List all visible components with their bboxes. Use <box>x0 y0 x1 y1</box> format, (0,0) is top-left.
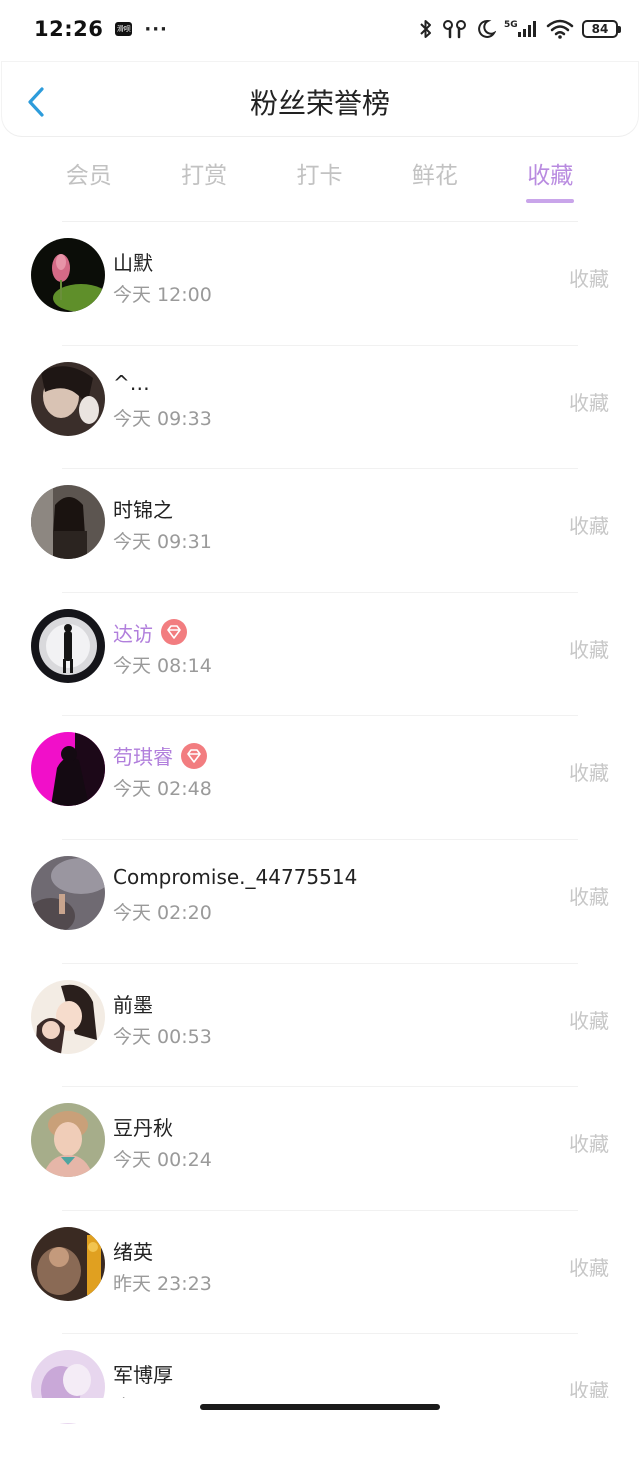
favorite-label: 收藏 <box>569 514 609 539</box>
tab-label: 会员 <box>65 163 112 189</box>
fan-time: 今天 09:33 <box>113 407 212 430</box>
list-item[interactable]: ^… 今天 09:33 收藏 <box>0 346 640 470</box>
svg-text:5G: 5G <box>504 20 518 30</box>
fan-time: 今天 00:24 <box>113 1149 212 1172</box>
favorite-label: 收藏 <box>569 390 609 415</box>
fan-name-text: 豆丹秋 <box>113 1116 173 1141</box>
tab-members[interactable]: 会员 <box>31 150 146 206</box>
favorite-label: 收藏 <box>569 1255 609 1280</box>
fan-name-text: 绪英 <box>113 1239 153 1264</box>
tab-favorites[interactable]: 收藏 <box>493 150 608 206</box>
cellular-signal-icon: 5G <box>504 20 536 37</box>
list-item[interactable]: Compromise._44775514 今天 02:20 收藏 <box>0 840 640 964</box>
fan-time: 今天 00:53 <box>113 1025 212 1048</box>
list-item[interactable]: 绪英 昨天 23:23 收藏 <box>0 1211 640 1335</box>
tab-bar: 会员 打赏 打卡 鲜花 收藏 <box>0 150 640 206</box>
favorite-label: 收藏 <box>569 884 609 909</box>
fan-name: 苟琪睿 <box>113 741 207 770</box>
home-indicator[interactable] <box>200 1404 440 1410</box>
fan-name-text: Compromise._44775514 <box>113 864 358 889</box>
avatar[interactable] <box>31 1103 105 1178</box>
fan-time: 今天 02:48 <box>113 778 212 801</box>
fan-name: 时锦之 <box>113 494 173 523</box>
tab-label: 收藏 <box>527 163 574 189</box>
tab-rewards[interactable]: 打赏 <box>146 150 261 206</box>
fan-time: 昨天 23:23 <box>113 1272 212 1295</box>
avatar[interactable] <box>31 855 105 930</box>
fan-name: 前墨 <box>113 989 153 1018</box>
list-item[interactable]: 时锦之 今天 09:31 收藏 <box>0 469 640 593</box>
diamond-vip-icon <box>161 619 187 646</box>
fan-name: 绪英 <box>113 1236 153 1265</box>
tab-flowers[interactable]: 鲜花 <box>377 150 492 206</box>
fan-name-text: 山默 <box>113 251 153 275</box>
active-tab-indicator <box>526 199 575 203</box>
list-item[interactable]: 达访 今天 08:14 收藏 <box>0 593 640 717</box>
favorite-label: 收藏 <box>569 1132 609 1157</box>
page-title: 粉丝荣誉榜 <box>249 87 390 120</box>
fan-name-text: ^… <box>113 370 150 395</box>
fan-time: 今天 12:00 <box>113 284 212 306</box>
fan-name: 豆丹秋 <box>113 1112 173 1141</box>
fan-time: 今天 08:14 <box>113 654 212 677</box>
fan-name: 达访 <box>113 618 187 647</box>
avatar[interactable] <box>31 608 105 683</box>
tab-checkin[interactable]: 打卡 <box>262 150 377 206</box>
top-nav-bar: 粉丝荣誉榜 <box>2 62 638 136</box>
tab-label: 打卡 <box>296 163 343 189</box>
favorite-label: 收藏 <box>569 637 609 662</box>
avatar[interactable] <box>31 361 105 436</box>
battery-icon: 84 <box>582 20 621 38</box>
tab-label: 打赏 <box>181 163 228 189</box>
avatar[interactable] <box>31 238 105 312</box>
more-notifications-icon: ··· <box>144 18 168 40</box>
fan-name-text: 军博厚 <box>113 1363 173 1388</box>
bottom-safe-area <box>0 1398 640 1423</box>
fan-name: Compromise._44775514 <box>113 865 357 889</box>
avatar[interactable] <box>31 979 105 1054</box>
fan-time: 今天 09:31 <box>113 531 212 554</box>
fan-list: 山默 今天 12:00 收藏 ^… 今天 09:33 收藏 时锦之 今天 09:… <box>0 222 640 1458</box>
avatar[interactable] <box>31 1226 105 1301</box>
list-item[interactable]: 苟琪睿 今天 02:48 收藏 <box>0 716 640 840</box>
fan-name: ^… <box>113 371 150 395</box>
list-item[interactable]: 山默 今天 12:00 收藏 <box>0 222 640 346</box>
favorite-label: 收藏 <box>569 1008 609 1033</box>
fan-name: 山默 <box>113 247 153 276</box>
fan-name: 军博厚 <box>113 1359 173 1388</box>
fan-name-text: 苟琪睿 <box>113 745 173 770</box>
list-item[interactable]: 军博厚 昨天 22:47 收藏 <box>0 1334 640 1458</box>
tab-label: 鲜花 <box>411 163 458 189</box>
status-bar: 12:26 滑呗 ··· 5G 84 <box>0 0 640 58</box>
list-item[interactable]: 前墨 今天 00:53 收藏 <box>0 964 640 1088</box>
wifi-icon <box>546 19 574 39</box>
favorite-label: 收藏 <box>569 267 609 291</box>
fan-name-text: 时锦之 <box>113 498 173 523</box>
status-bar-right: 5G 84 <box>418 18 621 40</box>
diamond-vip-icon <box>181 742 207 769</box>
app-notification-icon: 滑呗 <box>115 22 133 36</box>
fan-name-text: 前墨 <box>113 992 153 1017</box>
earbuds-icon <box>443 20 466 39</box>
favorite-label: 收藏 <box>569 761 609 786</box>
status-bar-left: 12:26 滑呗 ··· <box>34 17 168 41</box>
fan-name-text: 达访 <box>113 621 153 646</box>
do-not-disturb-moon-icon <box>478 19 496 38</box>
fan-time: 今天 02:20 <box>113 901 212 924</box>
status-time: 12:26 <box>34 17 104 41</box>
avatar[interactable] <box>31 732 105 807</box>
list-item[interactable]: 豆丹秋 今天 00:24 收藏 <box>0 1087 640 1211</box>
avatar[interactable] <box>31 485 105 560</box>
bluetooth-icon <box>420 20 431 38</box>
